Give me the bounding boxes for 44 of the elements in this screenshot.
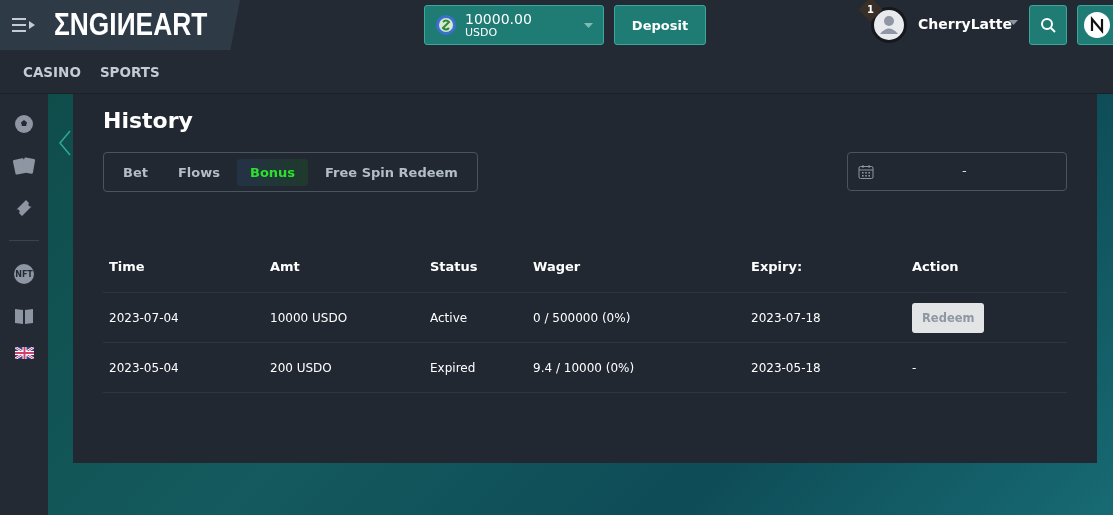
caret-icon <box>584 22 593 28</box>
table-cell: 2023-05-18 <box>751 360 821 375</box>
date-range-field[interactable]: - <box>847 152 1067 191</box>
book-icon[interactable] <box>14 307 34 325</box>
column-header: Wager <box>533 258 581 274</box>
date-separator: - <box>962 163 967 178</box>
column-header: Expiry: <box>751 258 803 274</box>
calendar-icon <box>858 163 874 180</box>
tab[interactable]: Free Spin Redeem <box>312 158 471 186</box>
table-cell: 2023-07-18 <box>751 310 821 325</box>
nav-link[interactable]: SPORTS <box>99 63 160 80</box>
table-cell: - <box>912 360 917 375</box>
balance-dropdown[interactable]: 10000.00 USDO <box>424 5 604 45</box>
soccer-ball-icon[interactable] <box>14 114 34 134</box>
table-cell: 0 / 500000 (0%) <box>533 310 631 325</box>
username[interactable]: CherryLatte <box>918 16 1012 32</box>
avatar-icon[interactable] <box>870 6 908 44</box>
cards-icon[interactable] <box>13 156 35 176</box>
table-cell: 2023-05-04 <box>109 360 179 375</box>
wallet-button[interactable] <box>1077 5 1113 45</box>
column-header: Action <box>912 258 959 274</box>
search-icon <box>1040 17 1056 33</box>
table-cell: 9.4 / 10000 (0%) <box>533 360 635 375</box>
uk-flag-icon[interactable] <box>14 347 34 359</box>
nft-icon[interactable]: NFT <box>13 263 35 285</box>
table-cell: 2023-07-04 <box>109 310 179 325</box>
nav-link[interactable]: CASINO <box>23 63 81 80</box>
table-cell: Active <box>430 310 468 325</box>
table-cell: Expired <box>430 360 476 375</box>
search-button[interactable] <box>1029 5 1067 45</box>
menu-icon[interactable] <box>12 17 36 33</box>
tab[interactable]: Bonus <box>236 158 309 186</box>
table-cell: 10000 USDO <box>270 310 348 325</box>
n-mark-icon <box>1084 12 1110 38</box>
column-header: Status <box>430 258 478 274</box>
chevron-left-icon[interactable] <box>59 130 71 156</box>
deposit-button[interactable]: Deposit <box>614 5 706 45</box>
tab[interactable]: Flows <box>164 158 233 186</box>
tab[interactable]: Bet <box>110 158 161 186</box>
column-header: Time <box>109 258 145 274</box>
column-header: Amt <box>270 258 300 274</box>
table-cell: 200 USDO <box>270 360 332 375</box>
coin-icon <box>435 14 457 36</box>
page-title: History <box>103 108 194 133</box>
